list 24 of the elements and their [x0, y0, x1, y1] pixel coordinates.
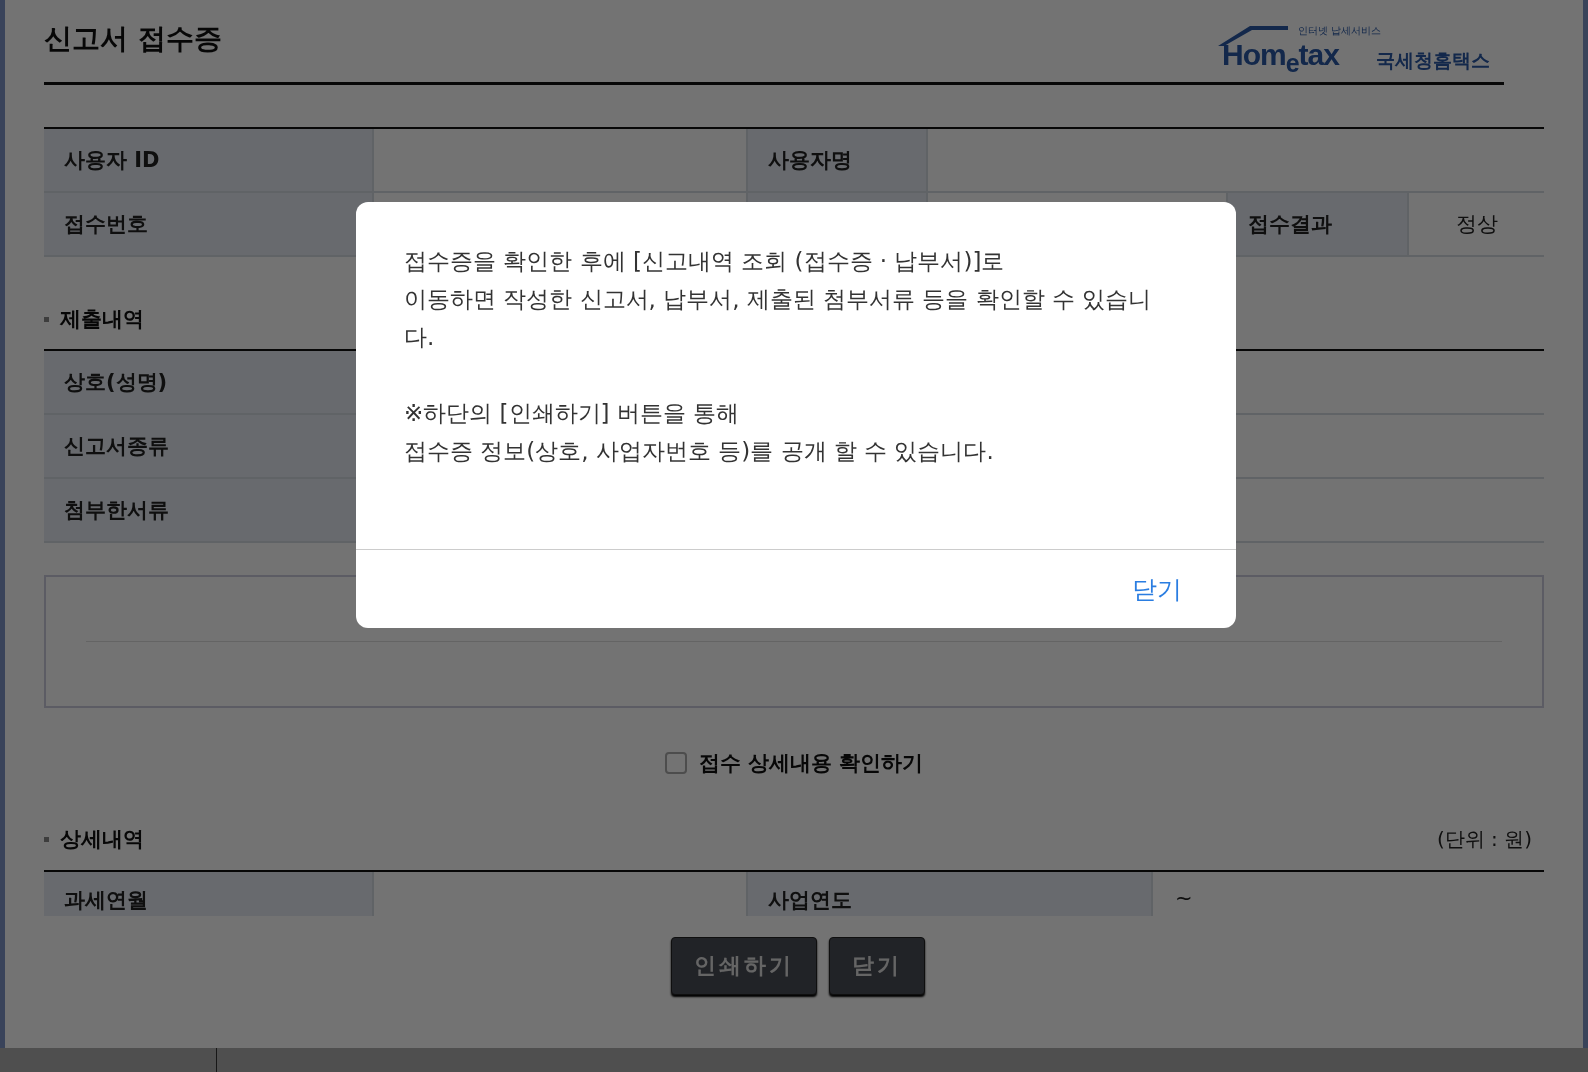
table-label-cell: 사용자 ID: [44, 129, 374, 191]
table-label-cell: 과세연월: [44, 872, 374, 916]
table-cell-text: 정상: [1454, 211, 1499, 238]
table-label-cell: 접수번호: [44, 193, 374, 255]
logo-tagline: 인터넷 납세서비스: [1298, 24, 1382, 38]
table-label-cell: 사업연도: [748, 872, 1153, 916]
unit-note: (단위 : 원): [1436, 825, 1532, 853]
dialog-message: 접수증을 확인한 후에 [신고내역 조회 (접수증 · 납부서)]로 이동하면 작성한 신고서, 납부서, 제출된 첨부서류 등을 확인할 수 있습니다.: [404, 247, 1153, 352]
checkbox[interactable]: [664, 752, 687, 774]
table-label-cell: 사용자명: [748, 129, 928, 191]
close-button[interactable]: 닫기: [1128, 568, 1186, 610]
checkbox-label[interactable]: 접수 상세내용 확인하기: [698, 749, 924, 777]
page-title: 신고서 접수증: [44, 21, 222, 57]
dialog-message: ※하단의 [인쇄하기] 버튼을 통해 접수증 정보(상호, 사업자번호 등)를 공개 할 수 있습니다.: [404, 399, 995, 466]
logo-wordmark: Hom$_{e}$tax: [1222, 38, 1339, 78]
section-heading: 제출내역: [60, 306, 144, 333]
logo-name: 국세청홈택스: [1376, 48, 1490, 73]
section-heading: 상세내역: [60, 826, 144, 853]
dialog-action-button[interactable]: 닫기: [829, 937, 925, 995]
dialog-action-button[interactable]: 인쇄하기: [671, 937, 817, 995]
bullet-icon: [44, 316, 49, 322]
table-label-cell: 접수결과: [1228, 193, 1409, 255]
bullet-icon: [44, 836, 49, 842]
table-cell-text: ~: [1174, 885, 1194, 912]
